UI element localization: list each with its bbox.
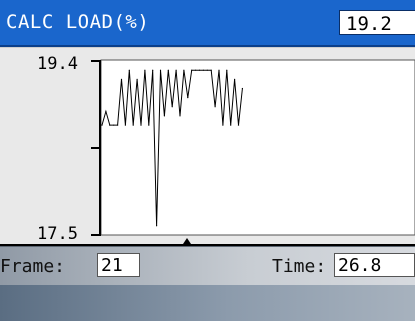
data-point — [226, 69, 228, 71]
data-point — [159, 69, 162, 71]
data-point — [206, 69, 208, 71]
status-bar: Frame: 21 Time: 26.8 — [0, 246, 415, 286]
time-value: 26.8 — [338, 255, 382, 276]
title-bar: CALC LOAD(%) 19.2 — [0, 0, 415, 47]
frame-value: 21 — [101, 255, 123, 276]
time-field: 26.8 — [334, 253, 415, 277]
data-point — [179, 115, 181, 117]
data-point — [218, 69, 220, 71]
data-point — [214, 106, 216, 108]
data-point — [183, 69, 185, 71]
scan-tool-screen: CALC LOAD(%) 19.2 19.4 17.5 Frame: 21 Ti… — [0, 0, 415, 321]
data-point — [148, 124, 150, 126]
data-point — [222, 124, 224, 126]
data-point — [230, 124, 232, 126]
data-point — [187, 97, 189, 99]
data-point — [109, 124, 111, 126]
data-point — [237, 124, 240, 126]
data-point — [210, 69, 212, 71]
data-point — [120, 78, 123, 80]
data-point — [128, 69, 130, 71]
data-point — [105, 110, 107, 112]
graph-panel: 19.4 17.5 — [0, 47, 415, 244]
data-point — [132, 124, 134, 126]
data-point — [241, 87, 243, 90]
cursor-marker-icon — [183, 238, 191, 244]
data-point — [113, 124, 115, 126]
data-point — [152, 69, 154, 71]
data-point — [117, 124, 119, 126]
data-point — [136, 78, 138, 80]
data-point — [140, 124, 142, 126]
current-value: 19.2 — [346, 13, 392, 35]
current-value-box: 19.2 — [339, 10, 415, 35]
y-min-label: 17.5 — [37, 224, 78, 244]
time-label: Time: — [272, 256, 327, 277]
data-point — [198, 69, 201, 71]
data-point — [171, 106, 173, 108]
data-point — [175, 69, 177, 71]
y-max-label: 19.4 — [37, 54, 78, 74]
data-point — [156, 225, 158, 227]
frame-label: Frame: — [0, 256, 66, 277]
plot-area — [100, 59, 415, 236]
data-point — [167, 69, 169, 71]
parameter-title: CALC LOAD(%) — [6, 11, 150, 33]
live-data-graph: 19.4 17.5 — [37, 54, 415, 244]
frame-field: 21 — [97, 253, 140, 277]
data-point — [101, 124, 103, 126]
data-point — [202, 69, 204, 71]
bottom-panel — [0, 285, 415, 321]
data-point — [163, 115, 165, 117]
data-point — [124, 124, 126, 126]
data-point — [191, 69, 193, 71]
data-point — [234, 78, 236, 80]
data-point — [144, 69, 146, 71]
data-point — [195, 69, 197, 71]
